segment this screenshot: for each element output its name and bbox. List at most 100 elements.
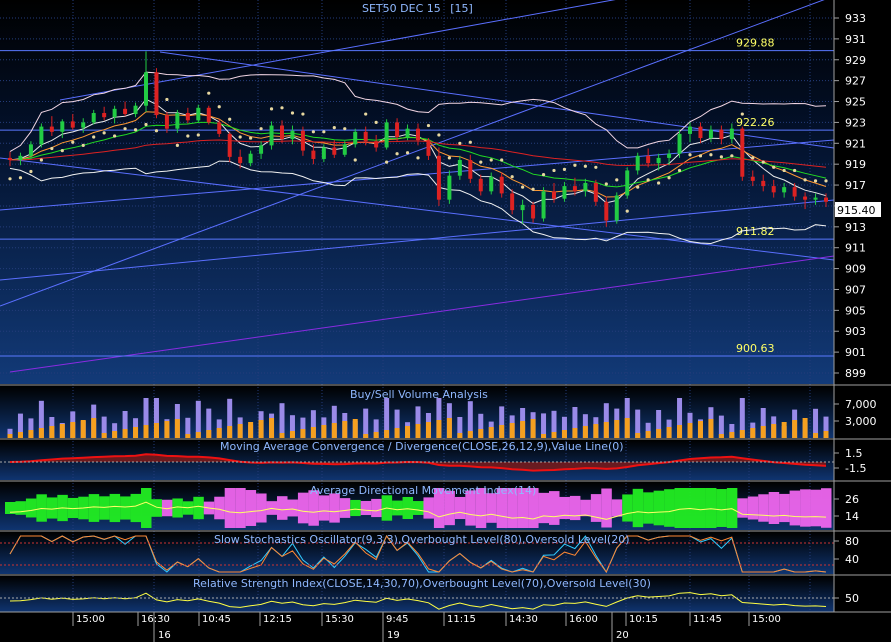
sar-dot bbox=[479, 160, 483, 164]
candle-body bbox=[70, 121, 75, 128]
volume-bar-buy bbox=[645, 431, 651, 438]
candle-body bbox=[489, 176, 494, 192]
time-tick-label: 12:15 bbox=[263, 614, 292, 625]
candle-body bbox=[614, 195, 619, 221]
indicator-tick-label: 1.5 bbox=[845, 447, 863, 460]
candle-body bbox=[572, 186, 577, 192]
sar-dot bbox=[604, 182, 608, 186]
adx-bar bbox=[371, 498, 382, 518]
candle-body bbox=[311, 150, 316, 159]
adx-bar bbox=[486, 493, 497, 523]
volume-bar-buy bbox=[499, 425, 505, 438]
indicator-title: Buy/Sell Volume Analysis bbox=[350, 388, 488, 401]
volume-bar-buy bbox=[7, 434, 13, 438]
volume-bar-buy bbox=[405, 426, 411, 438]
time-tick-label: 10:15 bbox=[629, 614, 658, 625]
sar-dot bbox=[447, 156, 451, 160]
indicator-title: Slow Stochastics Oscillator(9,3,3),Overb… bbox=[214, 533, 630, 546]
adx-bar bbox=[779, 493, 790, 523]
time-tick-label: 16:30 bbox=[141, 614, 170, 625]
adx-bar bbox=[245, 490, 257, 526]
adx-bar bbox=[768, 492, 780, 524]
price-tick-label: 909 bbox=[845, 263, 866, 276]
sar-dot bbox=[238, 135, 242, 139]
volume-bar-buy bbox=[488, 427, 494, 438]
volume-bar-buy bbox=[750, 428, 756, 438]
adx-bar bbox=[653, 490, 665, 526]
candle-body bbox=[49, 126, 54, 132]
sar-dot bbox=[374, 120, 378, 125]
adx-bar bbox=[747, 496, 759, 520]
candle-body bbox=[217, 122, 222, 134]
volume-bar-buy bbox=[760, 426, 766, 438]
adx-bar bbox=[392, 500, 403, 516]
sar-dot bbox=[81, 143, 85, 147]
sar-dot bbox=[562, 167, 567, 171]
candle-body bbox=[332, 147, 337, 155]
volume-bar-buy bbox=[206, 430, 212, 438]
sar-dot bbox=[113, 134, 117, 138]
volume-bar-buy bbox=[541, 434, 547, 438]
price-tick-label: 925 bbox=[845, 96, 866, 109]
volume-bar-buy bbox=[59, 424, 65, 438]
adx-bar bbox=[224, 488, 236, 528]
volume-bar-buy bbox=[310, 427, 316, 438]
candle-body bbox=[426, 140, 431, 156]
candle-body bbox=[698, 126, 703, 139]
candle-body bbox=[824, 197, 828, 202]
volume-bar-buy bbox=[331, 423, 337, 438]
candle-body bbox=[395, 122, 400, 138]
volume-bar-buy bbox=[614, 420, 620, 438]
candle-body bbox=[144, 72, 148, 106]
candle-body bbox=[259, 145, 264, 154]
adx-bar bbox=[287, 499, 298, 517]
candle-body bbox=[562, 186, 567, 199]
price-tick-label: 903 bbox=[845, 325, 866, 338]
adx-bar bbox=[622, 494, 633, 522]
sar-dot bbox=[688, 153, 692, 157]
time-tick-label: 16:00 bbox=[569, 614, 598, 625]
sar-dot bbox=[615, 178, 619, 182]
candle-body bbox=[353, 131, 358, 145]
price-tick-label: 911 bbox=[845, 242, 866, 255]
sar-dot bbox=[175, 143, 179, 147]
adx-bar bbox=[193, 496, 204, 520]
sar-dot bbox=[646, 178, 650, 182]
volume-bar-buy bbox=[415, 424, 421, 438]
candle-body bbox=[416, 128, 420, 141]
adx-bar bbox=[674, 488, 686, 528]
volume-bar-buy bbox=[687, 423, 693, 438]
volume-bar-buy bbox=[656, 429, 662, 438]
indicator-tick-label: 50 bbox=[845, 592, 859, 605]
sar-dot bbox=[416, 156, 420, 160]
candle-body bbox=[206, 107, 211, 123]
adx-bar bbox=[339, 498, 351, 518]
candle-body bbox=[520, 204, 525, 211]
sar-dot bbox=[541, 173, 546, 177]
price-tick-label: 929 bbox=[845, 54, 866, 67]
candle-body bbox=[18, 155, 23, 160]
volume-bar-buy bbox=[373, 432, 379, 438]
candle-body bbox=[552, 191, 556, 199]
adx-bar bbox=[109, 493, 121, 523]
sar-dot bbox=[709, 153, 713, 157]
candle-body bbox=[280, 125, 284, 140]
sar-dot bbox=[426, 123, 431, 128]
candle-body bbox=[60, 121, 65, 132]
candle-body bbox=[290, 130, 295, 140]
volume-bar-buy bbox=[279, 433, 285, 438]
sar-dot bbox=[803, 178, 807, 182]
adx-bar bbox=[318, 495, 330, 521]
price-tick-label: 905 bbox=[845, 304, 866, 317]
volume-bar-buy bbox=[70, 422, 76, 438]
volume-bar-buy bbox=[153, 423, 159, 438]
adx-bar bbox=[726, 488, 738, 528]
volume-bar-buy bbox=[697, 421, 703, 438]
candle-body bbox=[510, 193, 515, 211]
sar-dot bbox=[144, 122, 148, 127]
volume-bar-buy bbox=[781, 422, 787, 438]
adx-bar bbox=[413, 501, 424, 515]
candle-body bbox=[708, 129, 713, 139]
candle-body bbox=[792, 187, 797, 197]
indicator-title: Average Directional Movement Index(14) bbox=[310, 484, 536, 497]
